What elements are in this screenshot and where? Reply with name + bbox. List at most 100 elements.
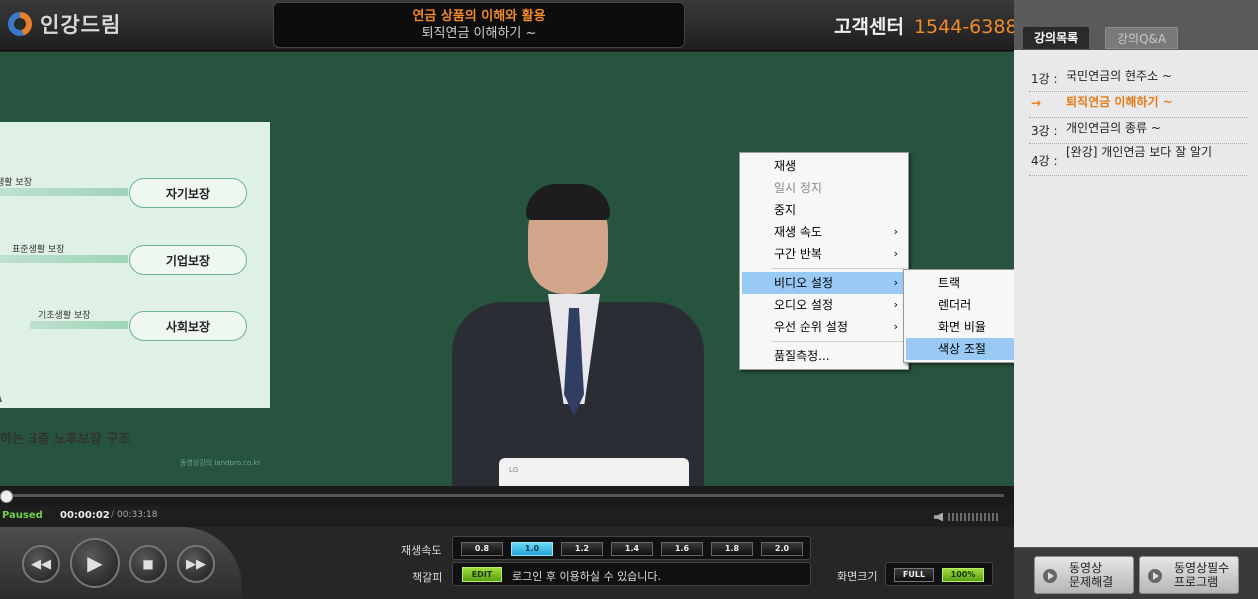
slide-arrow [0,188,128,196]
lecture-number: 4강 : [1031,154,1058,168]
lecture-item-title: 개인연금의 종류 ~ [1066,121,1161,135]
presenter-figure [452,184,704,486]
speed-option[interactable]: 1.6 [661,542,703,556]
transport-panel: ◀◀ ▶ ■ ▶▶ [0,527,242,599]
logo: 인강드림 [8,9,121,39]
volume-bar[interactable] [956,513,958,521]
volume-bar[interactable] [952,513,954,521]
slide-pill: 자기보장 [129,178,247,208]
slide-row-label: 기초생활 보장 [38,311,91,321]
volume-bar[interactable] [948,513,950,521]
button-label-line2: 문제해결 [1069,575,1114,589]
menu-item-label: 우선 순위 설정 [774,320,848,334]
menu-item-playback-speed[interactable]: 재생 속도 › [742,221,906,243]
player-window: 인강드림 연금 상품의 이해와 활용 퇴직연금 이해하기 ~ 고객센터 1544… [0,0,1258,599]
speed-selector: 0.8 1.0 1.2 1.4 1.6 1.8 2.0 [452,536,811,560]
menu-item-label: 일시 정지 [774,181,822,195]
menu-item-audio-settings[interactable]: 오디오 설정 › [742,294,906,316]
size-100-button[interactable]: 100% [942,568,984,582]
chevron-right-icon: › [893,225,898,238]
lecture-item[interactable]: 3강 : 개인연금의 종류 ~ [1029,122,1247,144]
menu-item-pause: 일시 정지 [742,177,906,199]
menu-item-label: 색상 조절 [938,342,986,356]
volume-bar[interactable] [996,513,998,521]
menu-separator [772,268,904,269]
lecture-list: 1강 : 국민연금의 현주소 ~ → 퇴직연금 이해하기 ~ 3강 : 개인연금… [1014,50,1258,547]
menu-item-label: 트랙 [938,276,961,290]
speed-option[interactable]: 1.2 [561,542,603,556]
course-title-box: 연금 상품의 이해와 활용 퇴직연금 이해하기 ~ [273,2,685,48]
menu-item-stop[interactable]: 중지 [742,199,906,221]
button-label-line2: 프로그램 [1174,575,1219,589]
lecture-number: 3강 : [1031,124,1058,138]
volume-bar[interactable] [968,513,970,521]
seek-handle[interactable] [0,490,13,503]
customer-center-label: 고객센터 [834,16,904,38]
chevron-right-icon: › [893,298,898,311]
volume-bar[interactable] [976,513,978,521]
sidebar: 강의목록 강의Q&A 1강 : 국민연금의 현주소 ~ → 퇴직연금 이해하기 … [1014,0,1258,599]
menu-item-label: 오디오 설정 [774,298,834,312]
play-circle-icon [1148,569,1162,583]
menu-item-video-settings[interactable]: 비디오 설정 › [742,272,906,294]
volume-bar[interactable] [980,513,982,521]
screen-size-label: 화면크기 [837,570,878,583]
speaker-icon[interactable] [934,512,943,522]
volume-bar[interactable] [992,513,994,521]
required-program-button[interactable]: 동영상필수 프로그램 [1139,556,1239,594]
volume-bar[interactable] [960,513,962,521]
bookmark-bar: EDIT 로그인 후 이용하실 수 있습니다. [452,562,811,586]
tab-lecture-list[interactable]: 강의목록 [1023,27,1090,49]
logo-icon [8,12,32,36]
play-button[interactable]: ▶ [70,538,120,588]
lecture-item-current[interactable]: → 퇴직연금 이해하기 ~ [1029,96,1247,118]
menu-item-label: 재생 [774,159,797,173]
chevron-right-icon: › [893,320,898,333]
sidebar-tabs: 강의목록 강의Q&A [1014,0,1258,50]
status-row: Paused 00:00:02 / 00:33:18 [0,506,1014,527]
menu-item-section-repeat[interactable]: 구간 반복 › [742,243,906,265]
play-state: Paused [2,510,43,521]
volume-bar[interactable] [988,513,990,521]
slide-row-label: 생활 보장 [0,178,32,188]
video-troubleshoot-button[interactable]: 동영상 문제해결 [1034,556,1134,594]
slide-pill: 기업보장 [129,245,247,275]
menu-item-play[interactable]: 재생 [742,155,906,177]
slide-caption: 하는 3층 노후보장 구조 [0,432,131,447]
tab-lecture-qa[interactable]: 강의Q&A [1105,27,1179,49]
fullscreen-button[interactable]: FULL [894,568,934,582]
speed-label: 재생속도 [401,544,442,557]
stop-button[interactable]: ■ [129,545,167,583]
speed-option[interactable]: 1.8 [711,542,753,556]
time-separator: / [111,510,115,520]
volume-bar[interactable] [984,513,986,521]
button-label-line1: 동영상필수 [1174,561,1230,575]
chevron-right-icon: › [893,276,898,289]
menu-item-label: 렌더러 [938,298,972,312]
fast-forward-button[interactable]: ▶▶ [177,545,215,583]
volume-bar[interactable] [964,513,966,521]
bookmark-edit-button[interactable]: EDIT [462,567,502,582]
speed-option[interactable]: 0.8 [461,542,503,556]
speed-option[interactable]: 2.0 [761,542,803,556]
customer-center-number: 1544-6388 [913,16,1018,38]
lecture-item[interactable]: 4강 : [완강] 개인연금 보다 잘 알기 [1029,146,1247,176]
rewind-button[interactable]: ◀◀ [22,545,60,583]
volume-bar[interactable] [972,513,974,521]
slide-watermark: 동영상강의 landpro.co.kr [180,459,261,467]
speed-option[interactable]: 1.0 [511,542,553,556]
seek-track[interactable] [6,494,1004,497]
menu-item-quality-measure[interactable]: 품질측정... [742,345,906,367]
lecture-item[interactable]: 1강 : 국민연금의 현주소 ~ [1029,70,1247,92]
seek-bar[interactable] [0,486,1014,506]
time-total: 00:33:18 [117,510,158,520]
chevron-right-icon: › [893,247,898,260]
lecture-title: 퇴직연금 이해하기 ~ [421,26,537,41]
menu-item-label: 중지 [774,203,797,217]
speed-option[interactable]: 1.4 [611,542,653,556]
stop-icon: ■ [142,557,154,571]
volume-control[interactable] [934,512,1000,522]
logo-text: 인강드림 [40,13,122,37]
menu-item-priority-settings[interactable]: 우선 순위 설정 › [742,316,906,338]
customer-center: 고객센터 1544-6388 [834,12,1018,39]
